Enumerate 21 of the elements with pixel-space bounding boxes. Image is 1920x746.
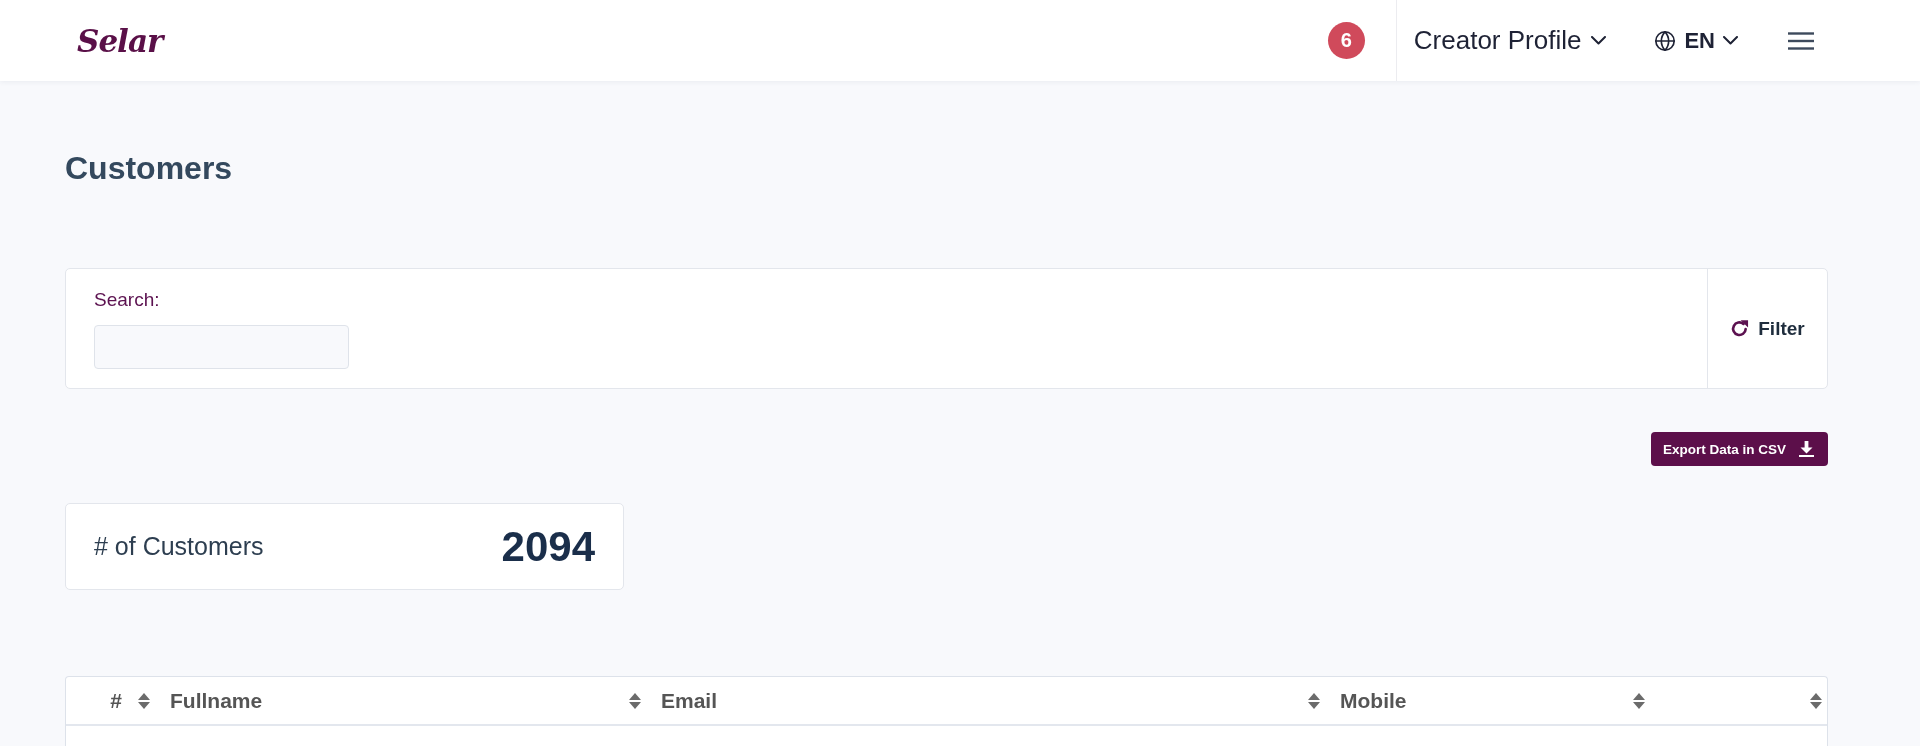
- globe-icon: [1654, 29, 1677, 52]
- export-button[interactable]: Export Data in CSV: [1651, 432, 1828, 466]
- column-header[interactable]: #: [66, 677, 161, 724]
- language-menu-button[interactable]: EN: [1654, 27, 1738, 54]
- search-label: Search:: [94, 288, 160, 312]
- search-field[interactable]: [94, 325, 349, 369]
- download-icon: [1799, 441, 1814, 457]
- logo[interactable]: Selar: [77, 20, 163, 61]
- stat-label: # of Customers: [94, 532, 264, 561]
- column-header[interactable]: Fullname: [161, 677, 652, 724]
- filter-button[interactable]: Filter: [1707, 269, 1827, 388]
- page-title: Customers: [65, 149, 234, 187]
- refresh-icon: [1730, 319, 1750, 338]
- column-header[interactable]: Email: [652, 677, 1331, 724]
- notification-badge[interactable]: 6: [1327, 22, 1365, 59]
- column-header[interactable]: Mobile: [1331, 677, 1656, 724]
- stat-value: 2094: [501, 522, 595, 571]
- menu-icon[interactable]: [1788, 31, 1814, 50]
- chevron-down-icon: [1591, 36, 1607, 45]
- profile-menu-button[interactable]: Creator Profile: [1395, 0, 1607, 81]
- chevron-down-icon: [1723, 36, 1738, 45]
